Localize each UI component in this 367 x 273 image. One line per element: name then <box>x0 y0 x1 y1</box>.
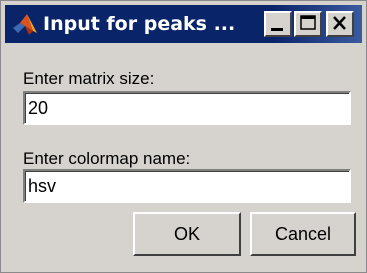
window-title: Input for peaks ... <box>43 13 236 35</box>
maximize-button[interactable] <box>294 11 322 37</box>
colormap-input[interactable]: hsv <box>23 169 351 203</box>
title-bar[interactable]: Input for peaks ... <box>5 5 362 43</box>
colormap-label: Enter colormap name: <box>23 149 191 168</box>
matlab-logo-icon <box>11 11 39 37</box>
dialog-window: Input for peaks ... Enter matrix size: 2… <box>0 0 367 273</box>
matrix-size-input[interactable]: 20 <box>23 91 351 125</box>
cancel-button[interactable]: Cancel <box>250 212 356 256</box>
minimize-button[interactable] <box>264 11 292 37</box>
ok-button[interactable]: OK <box>133 212 241 256</box>
close-button[interactable] <box>326 11 354 37</box>
matrix-size-label: Enter matrix size: <box>23 69 155 88</box>
